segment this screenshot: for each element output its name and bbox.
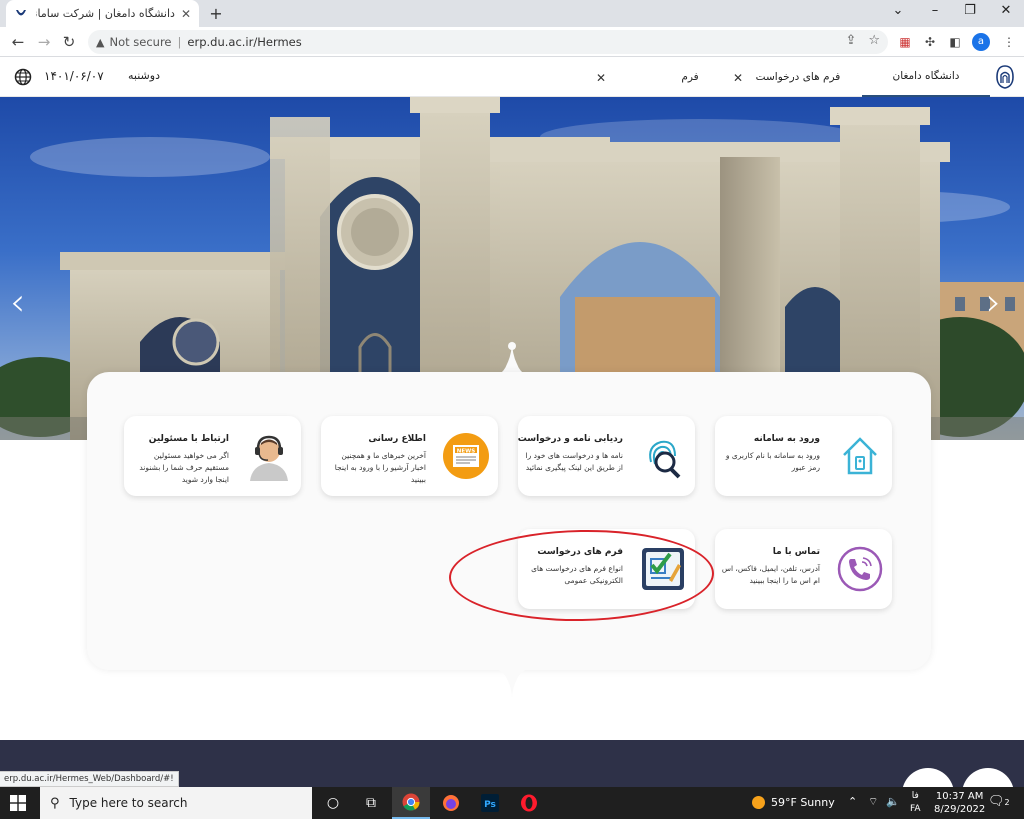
university-favicon-icon (14, 7, 28, 21)
photoshop-taskbar-icon[interactable]: Ps (471, 787, 509, 819)
share-icon[interactable]: ⇪ (845, 33, 856, 48)
house-key-icon (828, 416, 892, 496)
slider-next-chevron-icon[interactable]: › (986, 280, 1001, 324)
volume-icon[interactable]: 🔈 (886, 795, 900, 808)
extensions-puzzle-icon[interactable]: ✣ (921, 33, 939, 51)
current-weekday: دوشنبه (128, 69, 160, 82)
slider-prev-chevron-icon[interactable]: ‹ (10, 280, 25, 324)
current-date: ۱۴۰۱/۰۶/۰۷ (44, 69, 104, 83)
card-description: اگر می خواهید مسئولین مستقیم حرف شما را … (139, 451, 229, 484)
status-url-bubble: erp.du.ac.ir/Hermes_Web/Dashboard/#! (0, 771, 179, 787)
phone-icon (828, 529, 892, 609)
extension-icon[interactable]: ▦ (896, 33, 914, 51)
tab-title: دانشگاه دامغان | شرکت سامانه سار (36, 7, 175, 20)
forward-button[interactable]: → (34, 32, 54, 52)
sun-icon (752, 796, 765, 809)
card-description: آدرس، تلفن، ایمیل، فاکس، اس ام اس ما را … (721, 564, 820, 585)
app-header: ۱۴۰۱/۰۶/۰۷ دوشنبه ✕ فرم ✕ فرم های درخواس… (0, 57, 1024, 97)
new-tab-button[interactable]: + (207, 4, 225, 23)
card-title: ورود به سامانه (753, 434, 820, 444)
card-description: ورود به سامانه با نام کاربری و رمز عبور (725, 451, 820, 472)
firefox-taskbar-icon[interactable] (432, 787, 470, 819)
university-logo-icon (996, 65, 1014, 89)
svg-text:Ps: Ps (484, 800, 496, 810)
profile-avatar[interactable]: a (972, 33, 990, 51)
svg-text:NEWS: NEWS (457, 449, 475, 455)
card-description: آخرین خبرهای ما و همچنین اخبار آرشیو را … (334, 451, 426, 484)
url-text: erp.du.ac.ir/Hermes (187, 35, 302, 49)
network-icon[interactable]: ⌔ (868, 795, 878, 809)
windows-taskbar: ⚲ Type here to search ○ ⧉ Ps 59°F Sunny … (0, 787, 1024, 819)
app-tab-request-forms[interactable]: فرم های درخواست (752, 57, 844, 97)
notification-center-icon[interactable]: 🗨2 (988, 794, 1010, 809)
card-contact[interactable]: تماس با ما آدرس، تلفن، ایمیل، فاکس، اس ا… (715, 529, 892, 609)
task-view-icon[interactable]: ⧉ (352, 787, 390, 819)
tab-close-icon[interactable]: ✕ (181, 7, 191, 21)
card-title: ردیابی نامه و درخواست ها (518, 434, 623, 444)
app-tab-university[interactable]: دانشگاه دامغان (862, 57, 990, 97)
address-bar[interactable]: ▲ Not secure | erp.du.ac.ir/Hermes ⇪ ☆ (88, 30, 888, 54)
cortana-icon[interactable]: ○ (314, 787, 352, 819)
globe-icon[interactable] (14, 68, 32, 86)
back-button[interactable]: ← (8, 32, 28, 52)
windows-start-icon[interactable] (10, 795, 26, 811)
browser-toolbar: ← → ↻ ▲ Not secure | erp.du.ac.ir/Hermes… (0, 27, 1024, 57)
card-title: ارتباط با مسئولین (148, 434, 229, 444)
reload-button[interactable]: ↻ (59, 32, 79, 52)
browser-tabstrip: دانشگاه دامغان | شرکت سامانه سار ✕ + ⌄ –… (0, 0, 1024, 27)
taskbar-search-input[interactable]: ⚲ Type here to search (40, 787, 312, 819)
system-clock[interactable]: 10:37 AM 8/29/2022 (934, 790, 985, 816)
weather-widget[interactable]: 59°F Sunny (752, 796, 835, 809)
side-panel-icon[interactable]: ◧ (946, 33, 964, 51)
bookmark-star-icon[interactable]: ☆ (868, 33, 880, 48)
warning-icon: ▲ (96, 35, 105, 49)
tray-chevron-up-icon[interactable]: ⌃ (848, 795, 857, 808)
minimize-button[interactable]: – (925, 3, 945, 18)
card-title: تماس با ما (772, 547, 820, 557)
card-tracking[interactable]: ردیابی نامه و درخواست ها نامه ها و درخوا… (518, 416, 695, 496)
card-news[interactable]: NEWS اطلاع رسانی آخرین خبرهای ما و همچنی… (321, 416, 498, 496)
restore-button[interactable]: ❐ (960, 3, 980, 18)
support-agent-icon (237, 416, 301, 496)
chrome-taskbar-icon[interactable] (392, 787, 430, 819)
services-panel: ورود به سامانه ورود به سامانه با نام کار… (87, 372, 931, 670)
close-tab-request-forms-icon[interactable]: ✕ (733, 71, 743, 85)
input-language-indicator[interactable]: فا FA (910, 790, 921, 816)
security-label: Not secure (109, 35, 172, 49)
tab-search-chevron-icon[interactable]: ⌄ (888, 3, 908, 18)
app-tab-form[interactable]: فرم (650, 57, 730, 97)
card-login[interactable]: ورود به سامانه ورود به سامانه با نام کار… (715, 416, 892, 496)
news-icon: NEWS (434, 416, 498, 496)
search-icon: ⚲ (50, 795, 60, 811)
menu-kebab-icon[interactable]: ⋮ (1000, 33, 1018, 51)
card-title: اطلاع رسانی (368, 434, 426, 444)
close-tab-form-icon[interactable]: ✕ (596, 71, 606, 85)
fingerprint-search-icon (631, 416, 695, 496)
close-window-button[interactable]: ✕ (996, 3, 1016, 18)
opera-taskbar-icon[interactable] (510, 787, 548, 819)
card-description: نامه ها و درخواست های خود را از طریق این… (525, 451, 623, 472)
panel-bottom-ornament (482, 665, 542, 699)
card-officials[interactable]: ارتباط با مسئولین اگر می خواهید مسئولین … (124, 416, 301, 496)
browser-tab[interactable]: دانشگاه دامغان | شرکت سامانه سار ✕ (6, 0, 199, 27)
